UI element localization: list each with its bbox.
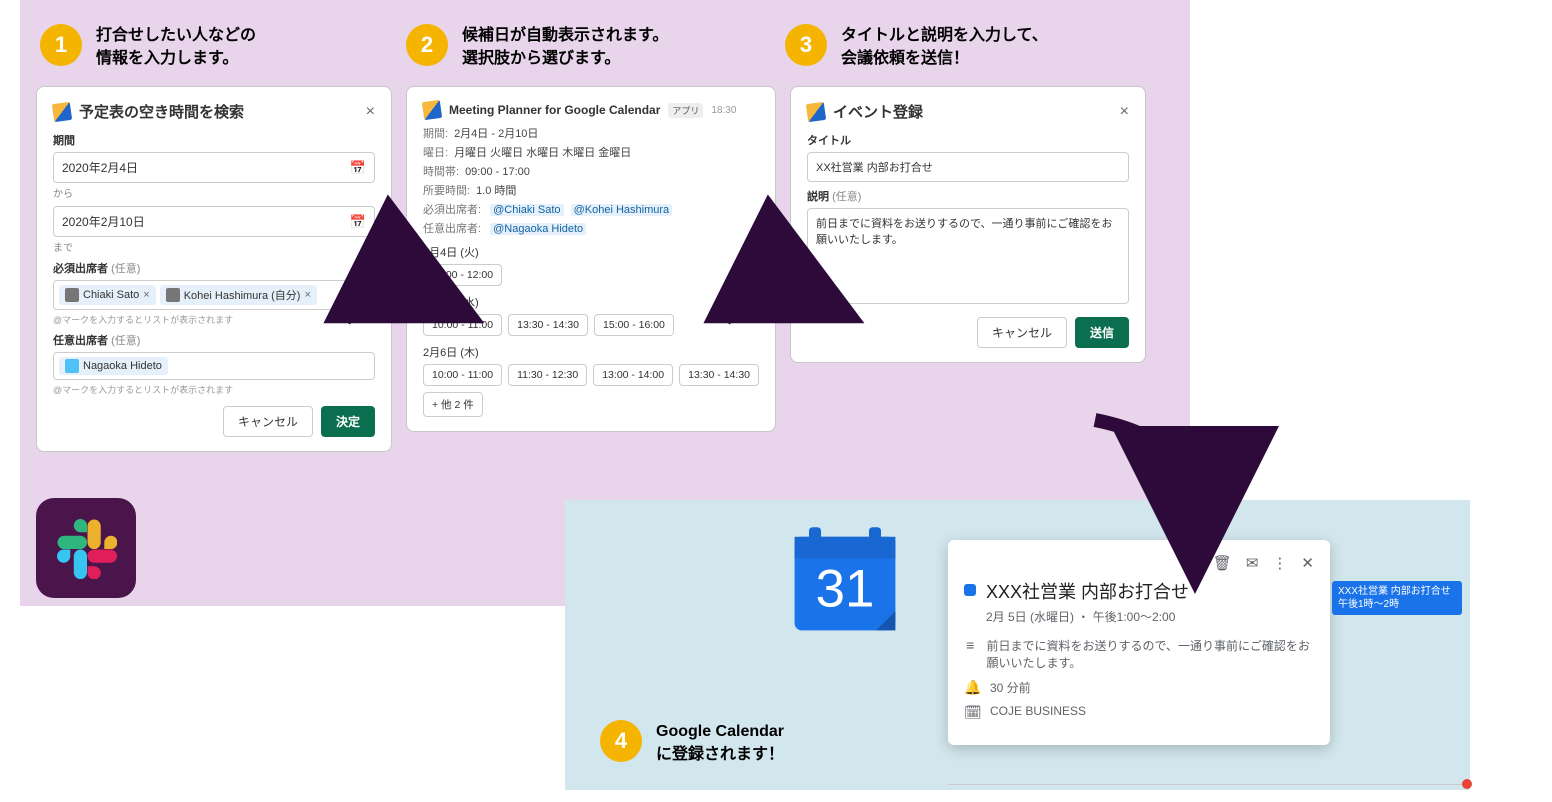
more-icon[interactable]: ⋮ [1272,554,1287,572]
to-suffix: まで [53,239,375,254]
date-from-value: 2020年2月4日 [62,159,138,176]
gcal-event-desc: 前日までに資料をお送りするので、一通り事前にご確認をお願いいたします。 [987,637,1314,671]
chip-remove-icon[interactable]: × [143,289,149,301]
cancel-button[interactable]: キャンセル [977,317,1067,348]
bell-icon: 🔔 [964,679,980,696]
calendar-event-chip[interactable]: XXX社営業 内部お打合せ 午後1時～2時 [1332,581,1462,615]
time-slot[interactable]: 13:30 - 14:30 [508,314,588,336]
card1-title: 予定表の空き時間を検索 [53,101,244,122]
date-from-input[interactable]: 2020年2月4日 📅 [53,152,375,183]
step4-header: 4 Google Calendar に登録されます！ [600,720,784,766]
planner-icon [422,100,442,120]
card3-title-text: イベント登録 [833,101,923,122]
date-to-input[interactable]: 2020年2月10日 📅 [53,206,375,237]
time-slot[interactable]: 13:30 - 14:30 [679,364,759,386]
google-calendar-icon: 31 [785,520,905,640]
arrow-3-to-4 [1085,410,1225,535]
edit-icon[interactable]: ✎ [1186,554,1199,572]
mention-kohei[interactable]: @Kohei Hashimura [571,204,673,216]
step3-heading: タイトルと説明を入力して、 会議依頼を送信！ [841,24,1048,70]
calendar-icon: 📅 [350,160,366,176]
chip-kohei[interactable]: Kohei Hashimura (自分)× [160,285,317,305]
confirm-button[interactable]: 決定 [321,406,375,437]
calendar-gridline [948,784,1468,785]
required-hint: @マークを入力するとリストが表示されます [53,313,375,326]
step4-badge: 4 [600,720,642,762]
svg-text:31: 31 [816,559,875,618]
mention-nagaoka[interactable]: @Nagaoka Hideto [490,223,586,235]
day-label: 2月5日 (水) [423,294,759,310]
more-slots-button[interactable]: + 他 2 件 [423,392,483,417]
delete-icon[interactable]: 🗑 [1213,554,1232,572]
time-slot[interactable]: 13:00 - 14:00 [593,364,673,386]
time-slot[interactable]: 15:00 - 16:00 [594,314,674,336]
step4-heading: Google Calendar に登録されます！ [656,720,784,766]
title-label: タイトル [807,132,1129,148]
chip-chiaki[interactable]: Chiaki Sato× [59,285,156,305]
time-slot[interactable]: 11:30 - 12:30 [508,364,587,386]
gcal-event-title: XXX社営業 内部お打合せ [986,578,1189,604]
step1-heading: 打合せしたい人などの 情報を入力します。 [96,24,256,70]
step2-badge: 2 [406,24,448,66]
gcal-reminder: 30 分前 [990,679,1031,696]
optional-hint: @マークを入力するとリストが表示されます [53,383,375,396]
day-label: 2月6日 (木) [423,344,759,360]
send-button[interactable]: 送信 [1075,317,1129,348]
slack-logo [36,498,136,598]
cancel-button[interactable]: キャンセル [223,406,313,437]
calendar-small-icon: 🗓 [964,704,980,721]
time-slot[interactable]: 10:00 - 11:00 [423,314,502,336]
close-icon[interactable]: × [366,103,375,121]
period-label: 期間 [53,132,375,148]
optional-attendees-input[interactable]: Nagaoka Hideto [53,352,375,380]
mention-chiaki[interactable]: @Chiaki Sato [490,204,563,216]
time-slot[interactable]: 10:00 - 11:00 [423,364,502,386]
close-icon[interactable]: × [1120,103,1129,121]
search-availability-card: 予定表の空き時間を検索 × 期間 2020年2月4日 📅 から 2020年2月1… [36,86,392,452]
step2-header: 2 候補日が自動表示されます。 選択肢から選びます。 [406,24,668,70]
step3-header: 3 タイトルと説明を入力して、 会議依頼を送信！ [785,24,1048,70]
event-color-icon [964,584,976,596]
mail-icon[interactable]: ✉ [1246,554,1259,572]
event-title-input[interactable]: XX社営業 内部お打合せ [807,152,1129,182]
chip-title: XXX社営業 内部お打合せ [1338,585,1456,598]
message-time: 18:30 [711,105,736,116]
optional-label: 任意出席者 (任意) [53,332,375,348]
chip-nagaoka[interactable]: Nagaoka Hideto [59,357,168,375]
arrow-1-to-2 [340,266,430,341]
from-suffix: から [53,185,375,200]
required-label: 必須出席者 (任意) [53,260,375,276]
day1-slots: 11:00 - 12:00 [423,264,759,286]
planner-icon [52,101,72,121]
event-register-card: イベント登録 × タイトル XX社営業 内部お打合せ 説明 (任意) キャンセル… [790,86,1146,363]
gcal-calendar-name: COJE BUSINESS [990,704,1086,718]
time-slot[interactable]: 11:00 - 12:00 [423,264,502,286]
day2-slots: 10:00 - 11:00 13:30 - 14:30 15:00 - 16:0… [423,314,759,336]
chip-time: 午後1時～2時 [1338,598,1456,611]
desc-label: 説明 (任意) [807,188,1129,204]
step2-heading: 候補日が自動表示されます。 選択肢から選びます。 [462,24,668,70]
suggestions-card: Meeting Planner for Google Calendar アプリ … [406,86,776,432]
chip-remove-icon[interactable]: × [304,289,310,301]
app-tag: アプリ [668,103,703,118]
step1-badge: 1 [40,24,82,66]
day-label: 2月4日 (火) [423,244,759,260]
card3-title: イベント登録 [807,101,923,122]
app-name: Meeting Planner for Google Calendar [449,103,660,117]
card1-title-text: 予定表の空き時間を検索 [79,101,244,122]
description-icon: ≡ [964,637,977,653]
gcal-event-popup: ✎ 🗑 ✉ ⋮ ✕ XXX社営業 内部お打合せ 2月 5日 (水曜日) ・ 午後… [948,540,1330,745]
required-attendees-input[interactable]: Chiaki Sato× Kohei Hashimura (自分)× [53,280,375,310]
date-to-value: 2020年2月10日 [62,213,145,230]
calendar-now-indicator-icon [1462,779,1472,789]
close-icon[interactable]: ✕ [1301,554,1314,572]
gcal-event-time: 2月 5日 (水曜日) ・ 午後1:00～2:00 [986,608,1314,625]
event-desc-input[interactable] [807,208,1129,304]
calendar-icon: 📅 [350,214,366,230]
step1-header: 1 打合せしたい人などの 情報を入力します。 [40,24,256,70]
arrow-2-to-3 [720,266,810,341]
planner-icon [806,101,826,121]
step3-badge: 3 [785,24,827,66]
day3-slots: 10:00 - 11:00 11:30 - 12:30 13:00 - 14:0… [423,364,759,386]
